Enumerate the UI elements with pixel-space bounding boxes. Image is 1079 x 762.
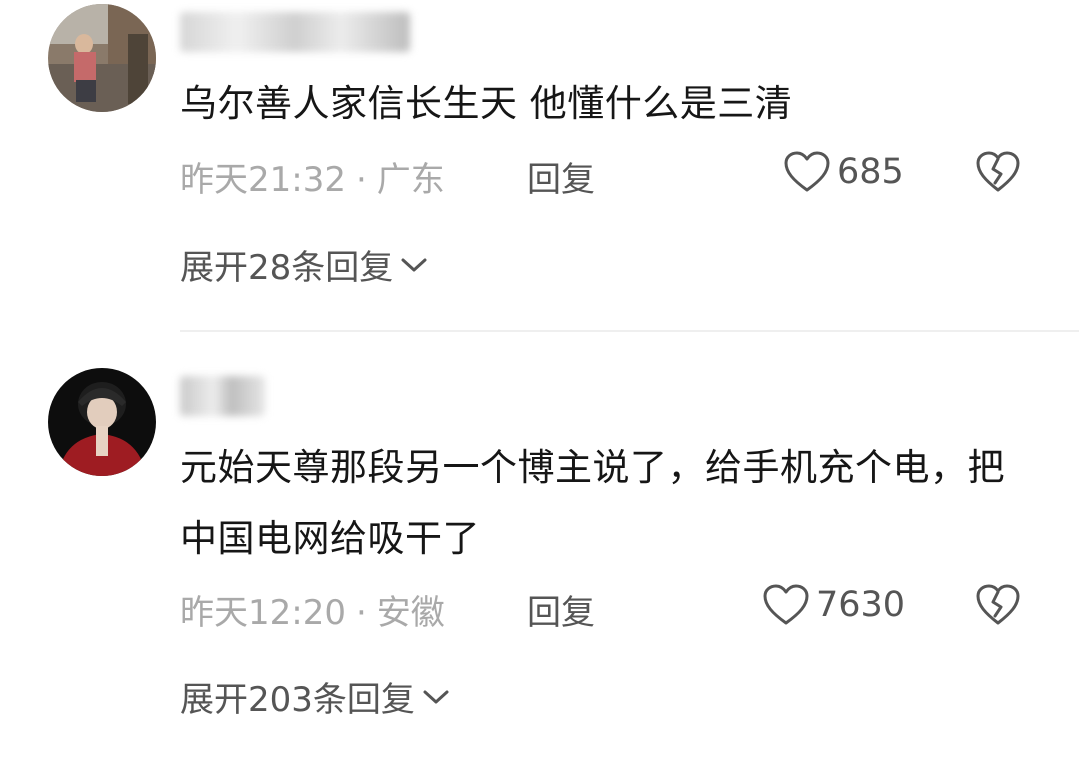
broken-heart-icon <box>976 151 1020 192</box>
comment-text: 乌尔善人家信长生天 他懂什么是三清 <box>180 82 793 125</box>
like-count: 685 <box>837 152 904 192</box>
like-count: 7630 <box>816 585 906 625</box>
expand-replies-label: 展开28条回复 <box>180 248 394 288</box>
expand-replies-button[interactable]: 展开28条回复 <box>180 240 429 289</box>
comment-location: 安徽 <box>376 593 445 633</box>
dislike-button[interactable] <box>975 150 1021 198</box>
dislike-button[interactable] <box>975 583 1021 631</box>
expand-replies-label: 展开203条回复 <box>180 680 415 720</box>
avatar[interactable] <box>48 4 156 112</box>
comment-divider <box>180 330 1079 332</box>
avatar[interactable] <box>48 368 156 476</box>
like-button[interactable]: 7630 <box>762 583 905 627</box>
reply-button[interactable]: 回复 <box>527 585 595 634</box>
chevron-down-icon <box>423 690 449 703</box>
meta-separator: · <box>355 593 367 633</box>
reply-button[interactable]: 回复 <box>527 152 595 201</box>
comment-time: 昨天12:20 <box>180 593 346 633</box>
username-blurred[interactable] <box>180 376 265 416</box>
comment-location: 广东 <box>376 160 445 200</box>
heart-outline-icon <box>784 151 830 192</box>
meta-separator: · <box>355 160 367 200</box>
username-blurred[interactable] <box>180 12 410 52</box>
comment-meta: 昨天21:32 · 广东 <box>180 152 445 201</box>
like-button[interactable]: 685 <box>783 150 904 194</box>
chevron-down-icon <box>401 258 427 271</box>
expand-replies-button[interactable]: 展开203条回复 <box>180 672 451 721</box>
heart-outline-icon <box>763 584 809 625</box>
comment-time: 昨天21:32 <box>180 160 346 200</box>
broken-heart-icon <box>976 584 1020 625</box>
comment-text: 元始天尊那段另一个博主说了，给手机充个电，把中国电网给吸干了 <box>180 446 1005 560</box>
comment-meta: 昨天12:20 · 安徽 <box>180 585 445 634</box>
